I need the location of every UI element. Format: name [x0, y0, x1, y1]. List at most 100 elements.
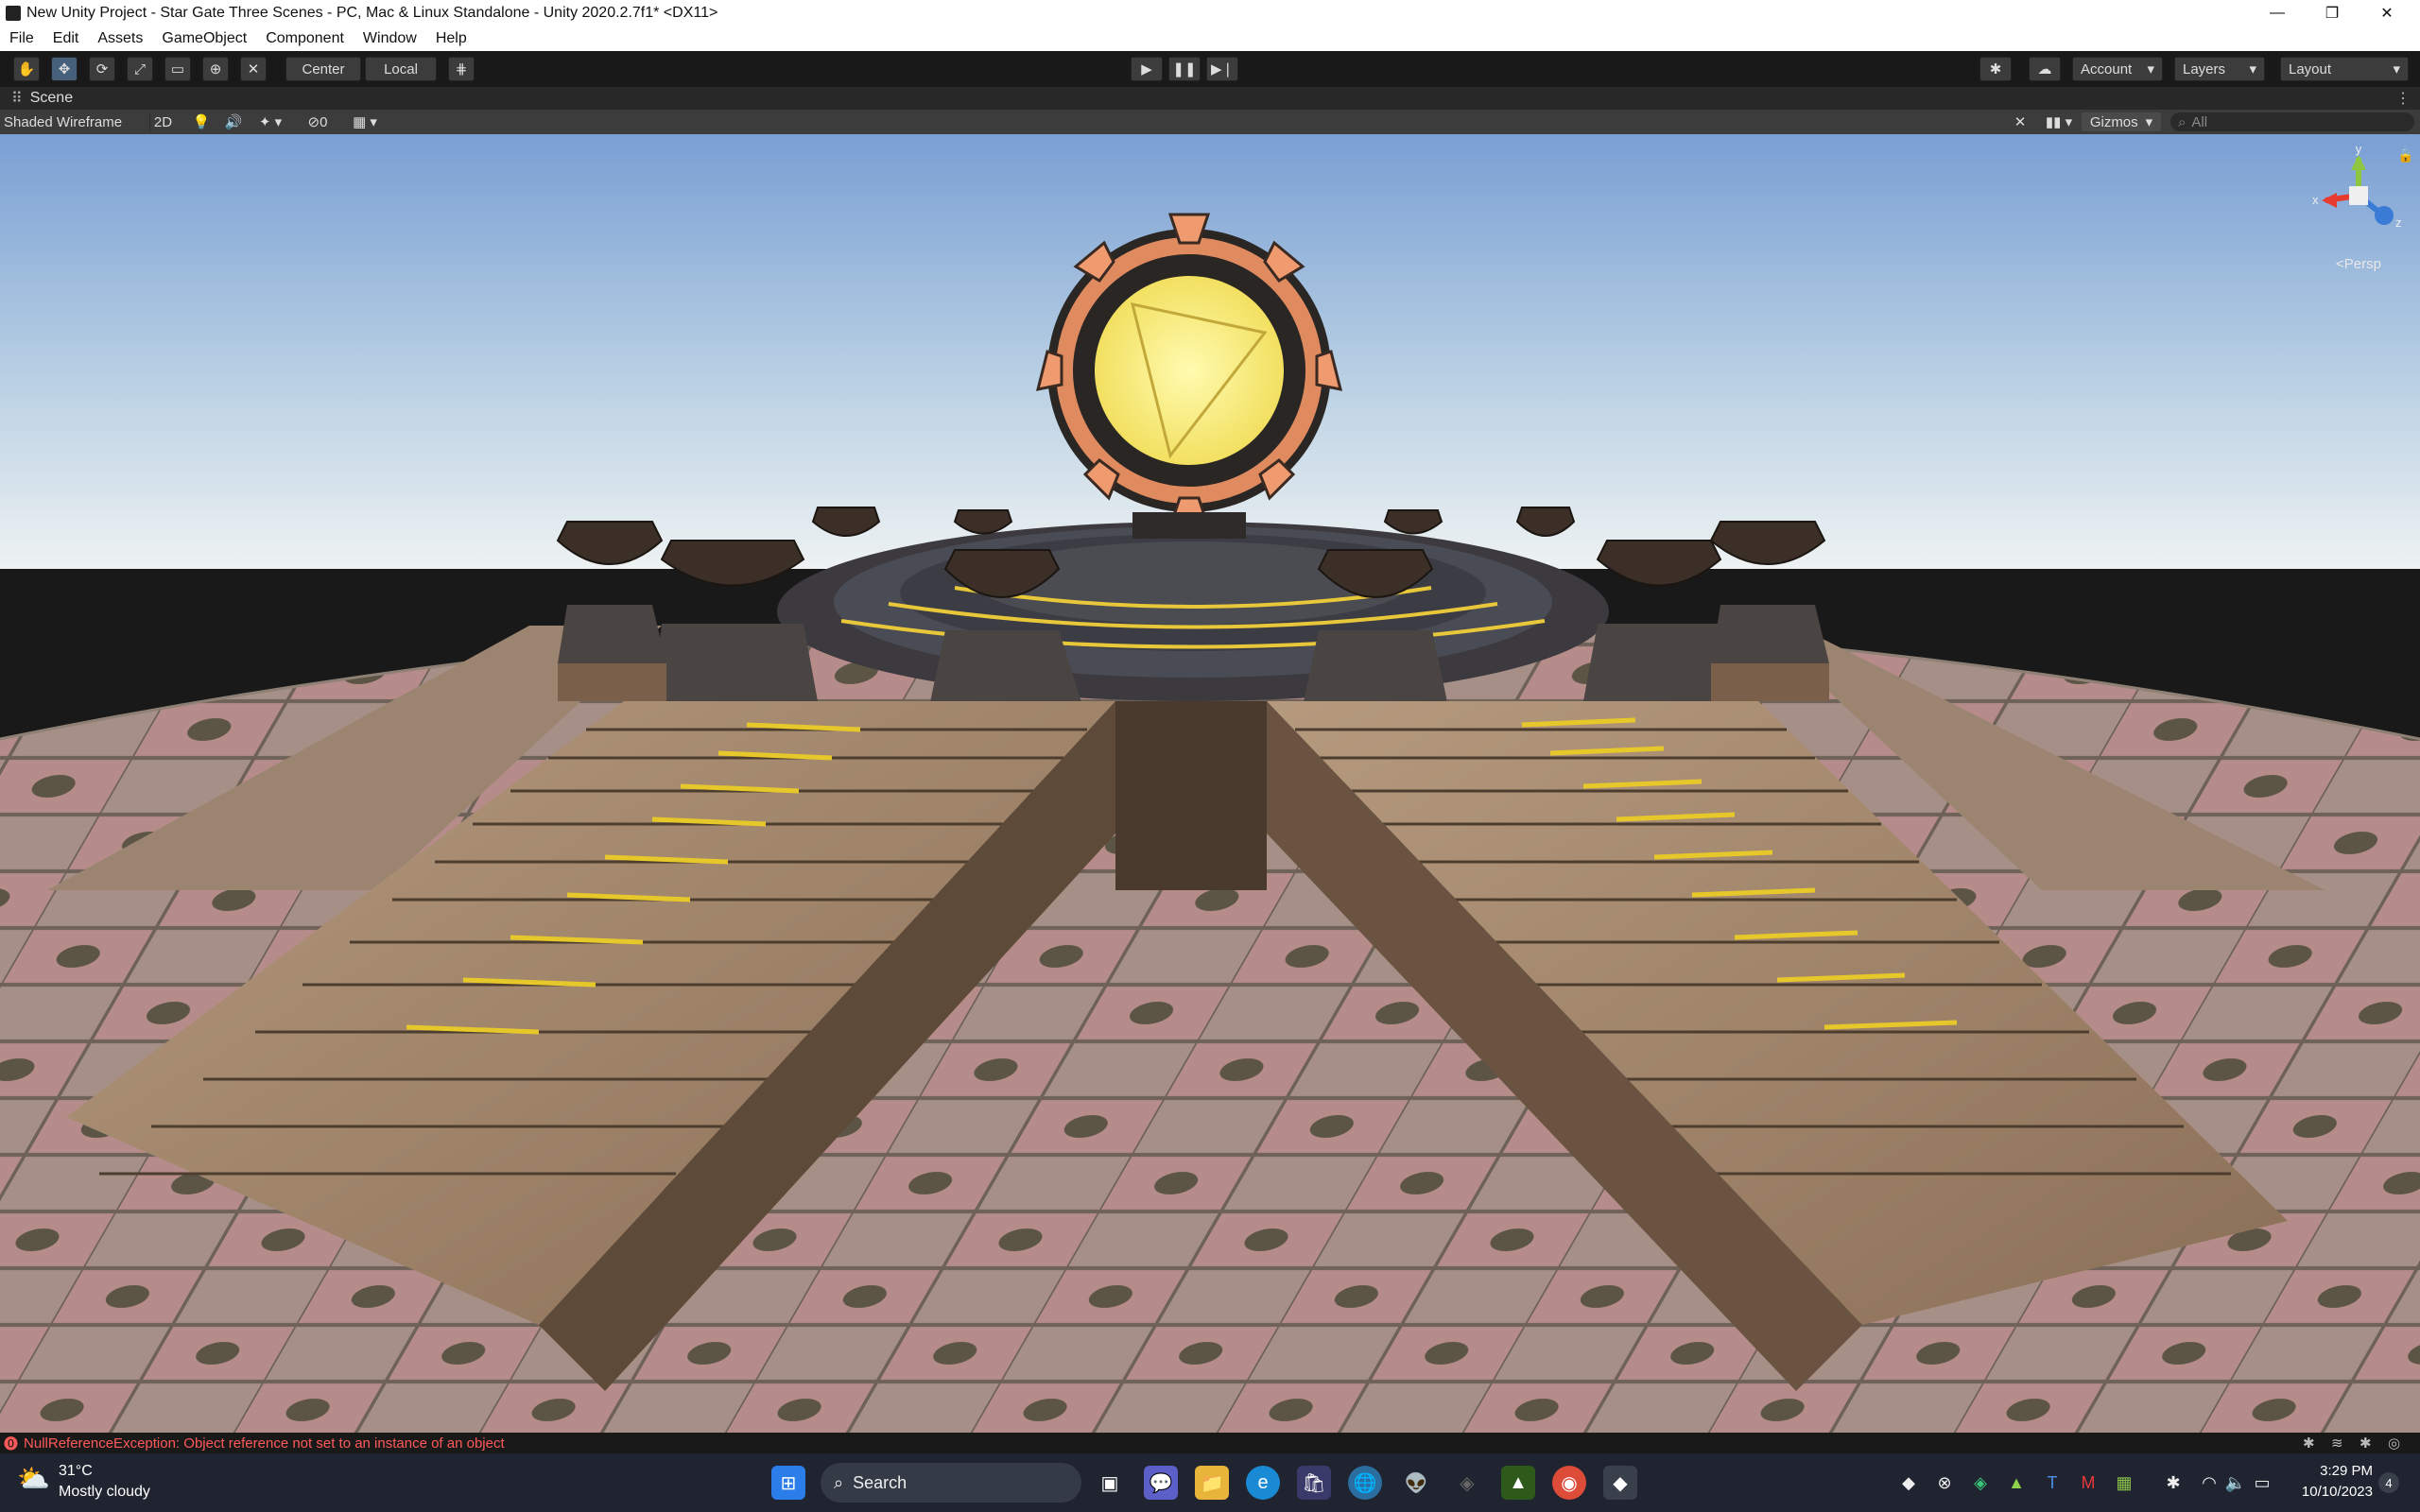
scene-render[interactable] [0, 134, 2420, 1433]
unity-taskbar-icon[interactable]: ◆ [1603, 1466, 1637, 1500]
pivot-local-button[interactable]: Local [365, 57, 437, 81]
play-button[interactable]: ▶ [1131, 57, 1163, 81]
unity-hub-tray-icon[interactable]: ◆ [1898, 1472, 1919, 1493]
tab-grip-icon: ⠿ [11, 91, 23, 107]
shield-tray-icon[interactable]: ◈ [1970, 1472, 1991, 1493]
axis-x-label: x [2312, 193, 2319, 207]
layout-dropdown[interactable]: Layout ▾ [2280, 57, 2409, 81]
alienware-icon[interactable]: 👽 [1399, 1466, 1433, 1500]
toggle-2d-label: 2D [153, 113, 173, 130]
notification-badge[interactable]: 4 [2378, 1472, 2399, 1493]
menu-window[interactable]: Window [354, 30, 426, 47]
console-error-message[interactable]: NullReferenceException: Object reference… [24, 1435, 505, 1452]
account-label: Account [2081, 60, 2133, 77]
weather-desc[interactable]: Mostly cloudy [59, 1484, 150, 1501]
nvidia-tray-icon[interactable]: ▲ [2006, 1472, 2027, 1493]
windows-taskbar: ⛅ 31°C Mostly cloudy ⊞ ⌕ Search ▣ 💬 📁 e … [0, 1453, 2420, 1512]
debug-icon[interactable]: ✱ [2360, 1435, 2372, 1452]
wifi-icon[interactable]: ◠ [2199, 1472, 2220, 1493]
cloud-icon[interactable]: ☁ [2029, 57, 2061, 81]
teams-chat-icon[interactable]: 💬 [1144, 1466, 1178, 1500]
scene-visibility-icon[interactable]: ⊘ 0 [299, 112, 337, 131]
start-icon[interactable]: ⊞ [771, 1466, 805, 1500]
teams-tray-icon[interactable]: T [2042, 1472, 2063, 1493]
menu-component[interactable]: Component [256, 30, 354, 47]
pivot-center-button[interactable]: Center [285, 57, 361, 81]
weather-icon[interactable]: ⛅ [17, 1463, 50, 1494]
projection-label[interactable]: <Persp [2307, 256, 2411, 272]
lighting-icon[interactable]: 💡 [189, 112, 214, 131]
layers-dropdown[interactable]: Layers ▾ [2174, 57, 2265, 81]
file-explorer-icon[interactable]: 📁 [1195, 1466, 1229, 1500]
main-toolbar: ✋ ✥ ⟳ ⤢ ▭ ⊕ ✕ Center Local ⋕ ▶ ❚❚ ▶❘ ✱ ☁… [0, 51, 2420, 87]
weather-temp[interactable]: 31°C [59, 1463, 93, 1480]
app-tray-icon[interactable]: ▦ [2114, 1472, 2135, 1493]
move-tool-icon[interactable]: ✥ [51, 57, 78, 81]
status-bar[interactable]: ⓿ NullReferenceException: Object referen… [0, 1433, 2420, 1453]
mcafee-icon[interactable]: M [2078, 1472, 2099, 1493]
pivot-center-label: Center [302, 60, 345, 77]
maximize-button[interactable]: ❐ [2305, 0, 2360, 26]
battery-icon[interactable]: ▭ [2252, 1472, 2273, 1493]
more-options-icon[interactable]: ⋮ [2395, 89, 2411, 108]
scene-viewport[interactable]: y x z <Persp 🔒 [0, 134, 2420, 1433]
chrome-icon[interactable]: ◉ [1552, 1466, 1586, 1500]
scene-search-input[interactable]: ⌕ All [2170, 112, 2414, 131]
task-view-icon[interactable]: ▣ [1093, 1466, 1127, 1500]
bluetooth-icon[interactable]: ✱ [2163, 1472, 2184, 1493]
clock-time[interactable]: 3:29 PM [2286, 1463, 2373, 1479]
xbox-icon[interactable]: ⊗ [1934, 1472, 1955, 1493]
chevron-down-icon: ▾ [2145, 114, 2153, 130]
cache-icon[interactable]: ≋ [2331, 1435, 2343, 1452]
draw-mode-dropdown[interactable]: Shaded Wireframe [4, 112, 138, 131]
chevron-down-icon: ▾ [2249, 61, 2256, 77]
draw-mode-label: Shaded Wireframe [4, 113, 123, 130]
visibility-slash-icon: ⊘ [307, 114, 320, 130]
alienware-cc-icon[interactable]: ◈ [1450, 1466, 1484, 1500]
browser-globe-icon[interactable]: 🌐 [1348, 1466, 1382, 1500]
taskbar-search[interactable]: ⌕ Search [821, 1463, 1081, 1503]
scale-tool-icon[interactable]: ⤢ [127, 57, 153, 81]
auto-generate-icon[interactable]: ◎ [2388, 1435, 2400, 1452]
effects-icon[interactable]: ✦ ▾ [251, 112, 289, 131]
unity-icon [6, 6, 21, 21]
close-button[interactable]: ✕ [2360, 0, 2414, 26]
rect-tool-icon[interactable]: ▭ [164, 57, 191, 81]
hand-tool-icon[interactable]: ✋ [13, 57, 40, 81]
nvidia-icon[interactable]: ▲ [1501, 1466, 1535, 1500]
orientation-gizmo[interactable]: y x z <Persp [2307, 142, 2411, 272]
store-icon[interactable]: 🛍 [1297, 1466, 1331, 1500]
account-dropdown[interactable]: Account ▾ [2072, 57, 2163, 81]
edge-icon[interactable]: e [1246, 1466, 1280, 1500]
lock-icon[interactable]: 🔒 [2397, 147, 2413, 163]
layout-label: Layout [2289, 60, 2332, 77]
minimize-button[interactable]: — [2250, 0, 2305, 26]
search-icon: ⌕ [834, 1472, 844, 1492]
custom-tool-icon[interactable]: ✕ [240, 57, 267, 81]
clock-date[interactable]: 10/10/2023 [2286, 1484, 2373, 1500]
axis-gizmo-icon[interactable]: y x z [2307, 142, 2411, 248]
audio-icon[interactable]: 🔊 [221, 112, 246, 131]
gizmos-dropdown[interactable]: Gizmos ▾ [2082, 112, 2161, 131]
progress-icon[interactable]: ✱ [2303, 1435, 2315, 1452]
volume-icon[interactable]: 🔈 [2225, 1472, 2246, 1493]
collab-icon[interactable]: ✱ [1979, 57, 2012, 81]
tools-icon[interactable]: ✕ [2008, 112, 2032, 131]
render-overlay-icon[interactable]: ▮▮ ▾ [2040, 112, 2078, 131]
menu-assets[interactable]: Assets [88, 30, 152, 47]
menu-file[interactable]: File [0, 30, 43, 47]
pivot-local-label: Local [384, 60, 418, 77]
step-button[interactable]: ▶❘ [1206, 57, 1238, 81]
transform-tool-icon[interactable]: ⊕ [202, 57, 229, 81]
pause-button[interactable]: ❚❚ [1168, 57, 1201, 81]
grid-snap-icon[interactable]: ⋕ [448, 57, 475, 81]
tab-scene[interactable]: Scene [30, 90, 73, 107]
menu-gameobject[interactable]: GameObject [152, 30, 256, 47]
menu-edit[interactable]: Edit [43, 30, 89, 47]
camera-settings-icon[interactable]: ▦ ▾ [342, 112, 388, 131]
hidden-count: 0 [320, 113, 328, 130]
toggle-2d-button[interactable]: 2D [149, 112, 176, 131]
error-icon: ⓿ [4, 1435, 19, 1452]
rotate-tool-icon[interactable]: ⟳ [89, 57, 115, 81]
menu-help[interactable]: Help [426, 30, 476, 47]
